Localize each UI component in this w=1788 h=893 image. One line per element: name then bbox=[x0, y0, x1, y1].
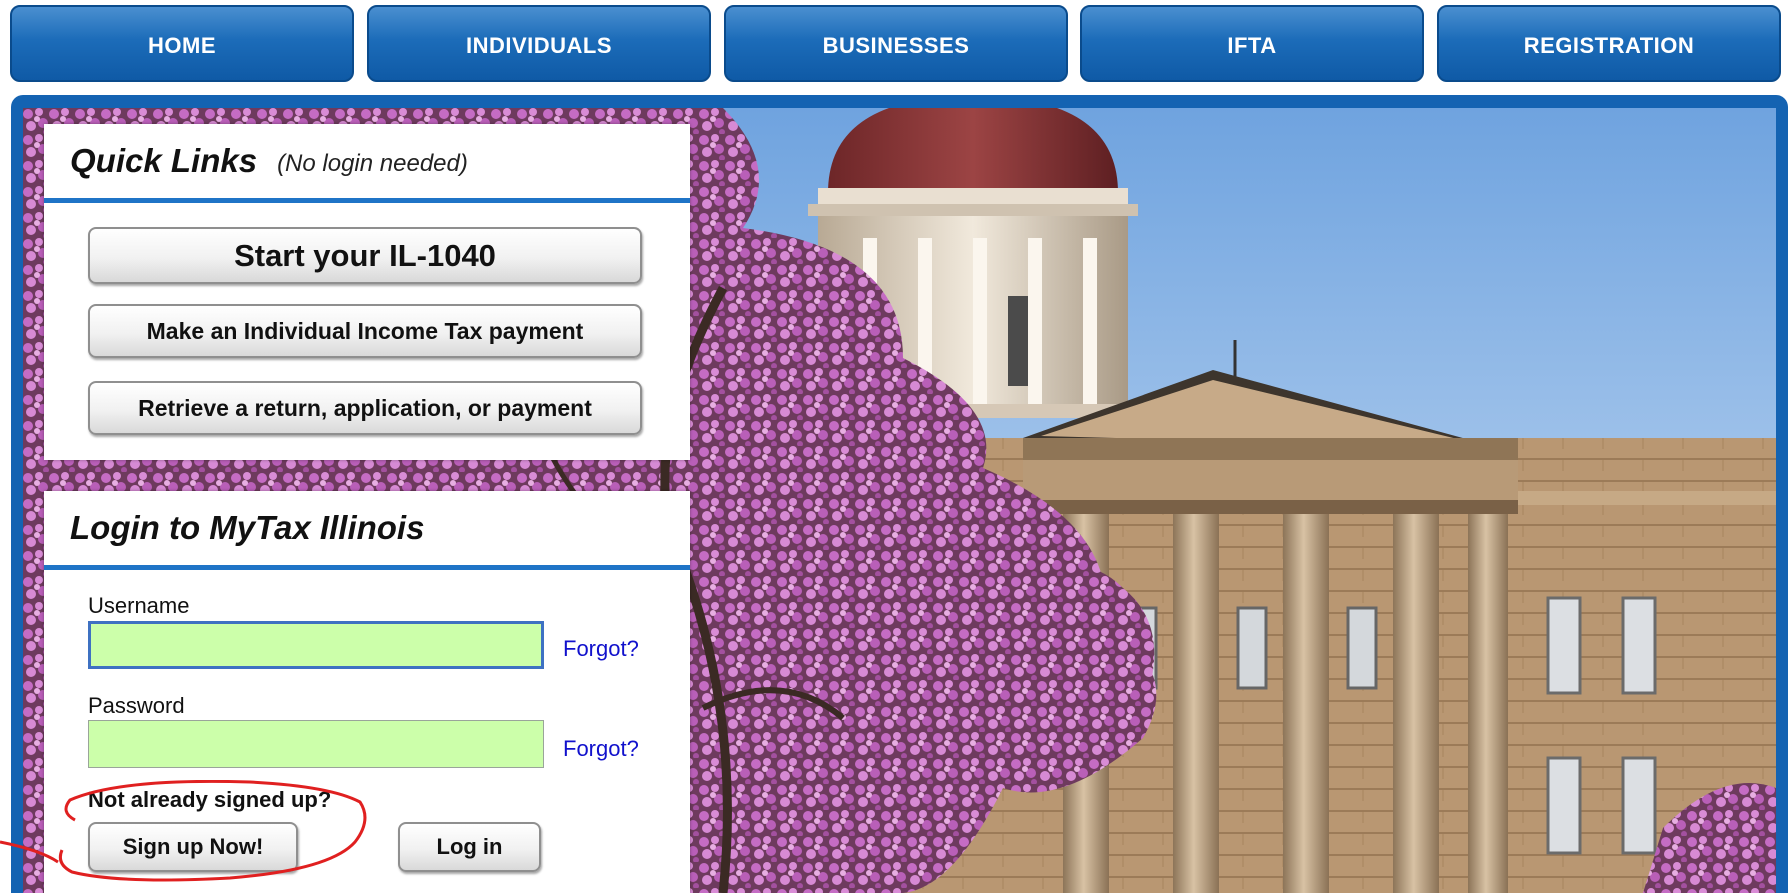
login-button[interactable]: Log in bbox=[398, 822, 541, 872]
retrieve-return-button[interactable]: Retrieve a return, application, or payme… bbox=[88, 381, 642, 435]
tab-individuals[interactable]: INDIVIDUALS bbox=[367, 5, 711, 82]
quick-links-title: Quick Links bbox=[70, 142, 258, 179]
login-header: Login to MyTax Illinois bbox=[44, 491, 690, 570]
quick-links-panel: Quick Links (No login needed) Start your… bbox=[44, 124, 690, 460]
quick-links-subtitle: (No login needed) bbox=[277, 150, 468, 177]
forgot-username-link[interactable]: Forgot? bbox=[563, 636, 639, 662]
username-label: Username bbox=[88, 593, 190, 618]
red-circle-annotation bbox=[0, 780, 367, 882]
tab-ifta[interactable]: IFTA bbox=[1080, 5, 1424, 82]
login-title: Login to MyTax Illinois bbox=[70, 509, 425, 546]
start-il-1040-button[interactable]: Start your IL-1040 bbox=[88, 227, 642, 284]
password-input[interactable] bbox=[88, 720, 544, 768]
main-nav: HOME INDIVIDUALS BUSINESSES IFTA REGISTR… bbox=[0, 0, 1788, 90]
username-input[interactable] bbox=[88, 621, 544, 669]
tab-home[interactable]: HOME bbox=[10, 5, 354, 82]
make-payment-button[interactable]: Make an Individual Income Tax payment bbox=[88, 304, 642, 358]
password-label: Password bbox=[88, 693, 185, 718]
forgot-password-link[interactable]: Forgot? bbox=[563, 736, 639, 762]
tab-registration[interactable]: REGISTRATION bbox=[1437, 5, 1781, 82]
tab-businesses[interactable]: BUSINESSES bbox=[724, 5, 1068, 82]
quick-links-header: Quick Links (No login needed) bbox=[44, 124, 690, 203]
